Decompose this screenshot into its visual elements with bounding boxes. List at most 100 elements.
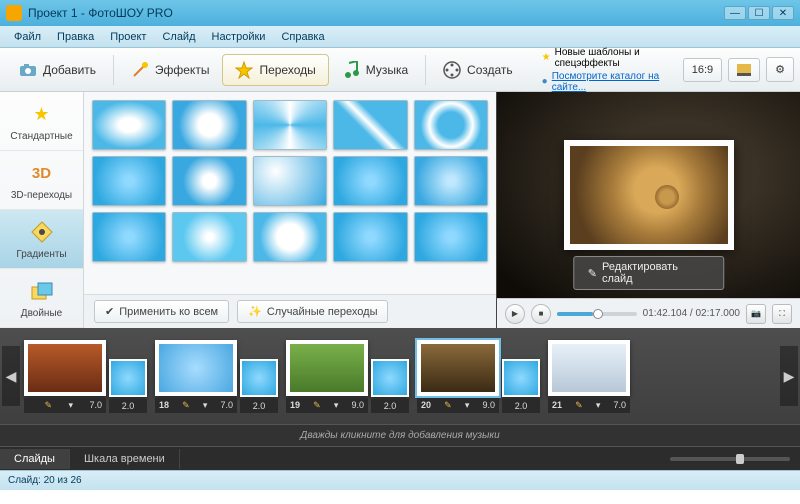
- transition-image[interactable]: [371, 359, 409, 397]
- transition-thumb[interactable]: [414, 212, 488, 262]
- create-label: Создать: [467, 63, 513, 77]
- transition-thumb[interactable]: [172, 212, 246, 262]
- menu-settings[interactable]: Настройки: [204, 29, 274, 45]
- sidebar-item-3d[interactable]: 3D 3D-переходы: [0, 151, 83, 210]
- timeline-next-button[interactable]: ▶: [780, 346, 798, 406]
- slide-number: 20: [421, 400, 431, 410]
- pencil-icon[interactable]: ✎: [182, 400, 190, 411]
- preview-canvas[interactable]: ✎Редактировать слайд: [497, 92, 800, 298]
- transition-thumb[interactable]: [333, 100, 407, 150]
- chevron-down-icon[interactable]: ▾: [203, 400, 208, 411]
- close-button[interactable]: ✕: [772, 6, 794, 20]
- slide-image[interactable]: [548, 340, 630, 396]
- pencil-icon[interactable]: ✎: [44, 400, 52, 411]
- catalog-link[interactable]: Посмотрите каталог на сайте...: [552, 71, 683, 93]
- sidebar-item-double[interactable]: Двойные: [0, 269, 83, 328]
- slide-duration: 7.0: [89, 400, 102, 410]
- zoom-slider[interactable]: [670, 457, 790, 461]
- music-track[interactable]: Дважды кликните для добавления музыки: [0, 424, 800, 446]
- transition-thumb[interactable]: [92, 156, 166, 206]
- tab-timescale[interactable]: Шкала времени: [70, 449, 180, 469]
- slide-image[interactable]: [24, 340, 106, 396]
- fullscreen-button[interactable]: ⛶: [772, 304, 792, 324]
- transition-thumb[interactable]: [414, 156, 488, 206]
- menu-slide[interactable]: Слайд: [154, 29, 203, 45]
- slide-thumb[interactable]: 20✎▾9.0: [417, 340, 499, 413]
- chevron-down-icon[interactable]: ▾: [465, 400, 470, 411]
- sidebar-item-label: Стандартные: [4, 131, 79, 142]
- status-text: Слайд: 20 из 26: [8, 475, 82, 486]
- pencil-icon[interactable]: ✎: [444, 400, 452, 411]
- slide-thumb[interactable]: 19✎▾9.0: [286, 340, 368, 413]
- sidebar-item-label: Градиенты: [4, 249, 79, 260]
- transition-thumb[interactable]: [253, 156, 327, 206]
- slide-meta: ✎ ▾ 7.0: [24, 398, 106, 413]
- transition-thumb[interactable]: [253, 212, 327, 262]
- transition-thumb[interactable]: [172, 156, 246, 206]
- app-icon: [6, 5, 22, 21]
- slide-image[interactable]: [286, 340, 368, 396]
- random-transitions-button[interactable]: ✨Случайные переходы: [237, 300, 388, 323]
- transition-image[interactable]: [240, 359, 278, 397]
- transition-thumb[interactable]: [92, 100, 166, 150]
- transition-thumb[interactable]: 2.0: [371, 359, 409, 413]
- menu-file[interactable]: Файл: [6, 29, 49, 45]
- transitions-button[interactable]: Переходы: [222, 54, 328, 86]
- stop-button[interactable]: ■: [531, 304, 551, 324]
- transition-image[interactable]: [502, 359, 540, 397]
- timeline-slides[interactable]: ◀ ▶ ✎▾7.02.018✎▾7.02.019✎▾9.02.020✎▾9.02…: [0, 328, 800, 424]
- create-button[interactable]: Создать: [430, 54, 526, 86]
- chevron-down-icon[interactable]: ▾: [596, 400, 601, 411]
- chevron-down-icon[interactable]: ▾: [68, 400, 73, 411]
- menu-edit[interactable]: Правка: [49, 29, 102, 45]
- transition-thumb[interactable]: 2.0: [502, 359, 540, 413]
- main-area: ★ Стандартные 3D 3D-переходы Градиенты Д…: [0, 92, 800, 328]
- settings-button[interactable]: ⚙: [766, 57, 794, 82]
- add-button[interactable]: Добавить: [6, 54, 109, 86]
- time-display: 01:42.104 / 02:17.000: [643, 308, 740, 319]
- menu-project[interactable]: Проект: [102, 29, 154, 45]
- star-icon: ★: [28, 100, 56, 128]
- slide-thumb[interactable]: 18✎▾7.0: [155, 340, 237, 413]
- aspect-ratio-button[interactable]: 16:9: [683, 58, 722, 82]
- tab-slides[interactable]: Слайды: [0, 449, 70, 469]
- preview-frame: [564, 140, 734, 250]
- pencil-icon: ✎: [588, 267, 597, 280]
- sidebar-item-standard[interactable]: ★ Стандартные: [0, 92, 83, 151]
- slide-image[interactable]: [417, 340, 499, 396]
- menu-help[interactable]: Справка: [273, 29, 332, 45]
- transition-thumb[interactable]: 2.0: [240, 359, 278, 413]
- chevron-down-icon[interactable]: ▾: [334, 400, 339, 411]
- transition-image[interactable]: [109, 359, 147, 397]
- transition-thumb[interactable]: [253, 100, 327, 150]
- minimize-button[interactable]: —: [724, 6, 746, 20]
- seek-bar[interactable]: [557, 312, 637, 316]
- transition-thumb[interactable]: [414, 100, 488, 150]
- slide-image[interactable]: [155, 340, 237, 396]
- snapshot-button[interactable]: 📷: [746, 304, 766, 324]
- play-button[interactable]: ▶: [505, 304, 525, 324]
- transition-thumb[interactable]: [333, 212, 407, 262]
- pencil-icon[interactable]: ✎: [313, 400, 321, 411]
- gallery-footer: ✔Применить ко всем ✨Случайные переходы: [84, 294, 496, 328]
- transition-thumb[interactable]: [172, 100, 246, 150]
- add-label: Добавить: [43, 63, 96, 77]
- effects-button[interactable]: Эффекты: [118, 54, 223, 86]
- pencil-icon[interactable]: ✎: [575, 400, 583, 411]
- maximize-button[interactable]: ☐: [748, 6, 770, 20]
- sidebar-item-gradients[interactable]: Градиенты: [0, 210, 83, 269]
- slide-thumb[interactable]: ✎ ▾ 7.0: [24, 340, 106, 413]
- transition-duration: 2.0: [371, 399, 409, 413]
- transition-thumb[interactable]: [92, 212, 166, 262]
- timeline-prev-button[interactable]: ◀: [2, 346, 20, 406]
- transition-thumb[interactable]: 2.0: [109, 359, 147, 413]
- edit-slide-button[interactable]: ✎Редактировать слайд: [573, 256, 725, 290]
- wand-icon: [131, 61, 149, 79]
- transition-thumb[interactable]: [333, 156, 407, 206]
- music-button[interactable]: Музыка: [329, 54, 421, 86]
- play-controls: ▶ ■ 01:42.104 / 02:17.000 📷 ⛶: [497, 298, 800, 328]
- slide-thumb[interactable]: 21✎▾7.0: [548, 340, 630, 413]
- apply-all-button[interactable]: ✔Применить ко всем: [94, 300, 229, 323]
- slide-block: 19✎▾9.02.0: [286, 340, 409, 413]
- display-button[interactable]: [728, 58, 760, 82]
